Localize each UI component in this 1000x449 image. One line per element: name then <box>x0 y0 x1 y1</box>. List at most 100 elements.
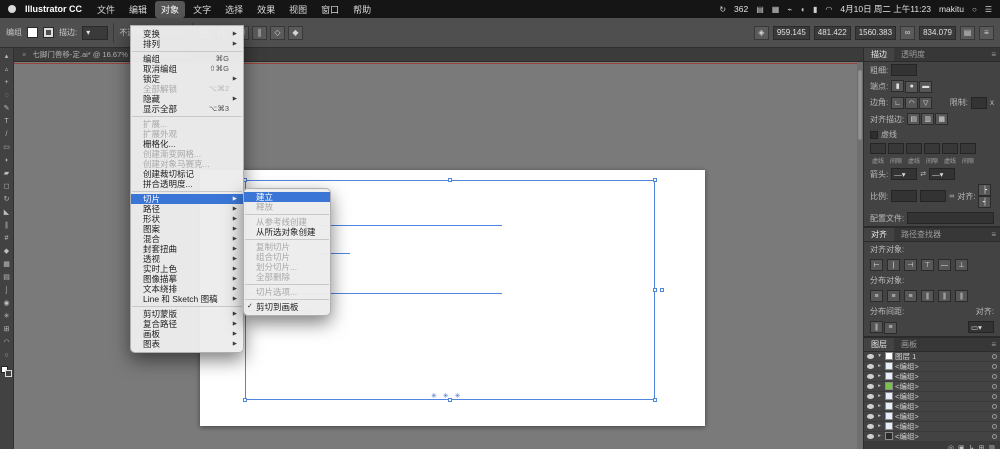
fill-color-swatch[interactable] <box>27 27 38 38</box>
profile-dropdown[interactable] <box>907 212 994 224</box>
panel-menu-icon[interactable]: ≡ <box>987 48 1000 61</box>
visibility-eye-icon[interactable] <box>867 403 874 409</box>
visibility-eye-icon[interactable] <box>867 363 874 369</box>
expand-arrow-icon[interactable]: ▸ <box>876 393 883 399</box>
blend-tool[interactable]: ◉ <box>1 298 13 310</box>
rectangle-tool[interactable]: ▭ <box>1 142 13 154</box>
layer-row[interactable]: ▸ <编组> <box>864 372 1000 382</box>
arrowhead-start-dropdown[interactable]: —▾ <box>891 168 918 180</box>
expand-arrow-icon[interactable]: ▸ <box>876 403 883 409</box>
object-menu-item[interactable]: 显示全部 ⌥⌘3 <box>131 104 243 114</box>
expand-arrow-icon[interactable]: ▸ <box>876 423 883 429</box>
target-circle-icon[interactable] <box>992 433 997 439</box>
layer-name[interactable]: <编组> <box>895 431 919 442</box>
distribute-object-button[interactable]: ∥ <box>955 290 968 302</box>
artwork-marks[interactable]: ✳ ✳ ✳ <box>431 392 463 400</box>
object-menu-item[interactable]: 文本绕排 ▶ <box>131 284 243 294</box>
dash-field[interactable] <box>924 143 940 154</box>
distribute-spacing-button[interactable]: ≡ <box>884 321 897 334</box>
object-menu-item[interactable]: 剪切蒙版 ▶ <box>131 309 243 319</box>
align-object-button[interactable]: ⊤ <box>921 259 934 271</box>
cap-button[interactable]: ▮ <box>891 80 905 92</box>
target-circle-icon[interactable] <box>992 423 997 429</box>
dash-field[interactable] <box>960 143 976 154</box>
zoom-tool[interactable]: ○ <box>1 350 13 362</box>
align-object-button[interactable]: ∣ <box>887 259 900 271</box>
align-object-button[interactable]: ⊣ <box>904 259 917 271</box>
tab-artboards[interactable]: 画板 <box>894 338 924 351</box>
layer-row[interactable]: ▾ 图层 1 <box>864 352 1000 362</box>
sync-icon[interactable]: ↻ <box>719 5 726 14</box>
slice-submenu-item[interactable]: 建立 <box>244 192 330 202</box>
transform-icon[interactable]: ◇ <box>269 25 285 40</box>
visibility-eye-icon[interactable] <box>867 373 874 379</box>
selection-tool[interactable]: ▴ <box>1 51 13 63</box>
width-field[interactable]: 1560.383 <box>854 25 897 40</box>
object-menu-item[interactable]: 透视 ▶ <box>131 254 243 264</box>
menubar-menu[interactable]: 文字 <box>187 1 217 18</box>
stroke-weight-field[interactable] <box>891 64 918 76</box>
stroke-weight-dropdown[interactable]: ▾ <box>82 25 109 40</box>
distribute-icon[interactable]: ∥ <box>251 25 267 40</box>
object-menu-item[interactable]: 创建裁切标记 <box>131 169 243 179</box>
selection-handle[interactable] <box>659 288 664 292</box>
align-to-dropdown[interactable]: ▭▾ <box>968 321 994 334</box>
cap-button[interactable]: ▬ <box>919 80 933 93</box>
layer-row[interactable]: ▸ <编组> <box>864 382 1000 392</box>
notification-center-icon[interactable]: ☰ <box>985 5 992 14</box>
link-scale-icon[interactable]: ∞ <box>949 193 954 200</box>
wifi-icon[interactable]: ◠ <box>825 5 832 14</box>
control-bar-menu-icon[interactable]: ≡ <box>979 25 994 40</box>
scrollbar-thumb[interactable] <box>858 70 862 140</box>
align-object-button[interactable]: — <box>938 259 951 271</box>
object-menu-item[interactable]: 图像描摹 ▶ <box>131 274 243 284</box>
apple-menu-icon[interactable] <box>8 5 16 13</box>
align-object-button[interactable]: ⊥ <box>955 259 968 271</box>
eraser-tool[interactable]: ◻ <box>1 181 13 193</box>
object-menu-item[interactable]: 路径 ▶ <box>131 204 243 214</box>
type-tool[interactable]: T <box>1 116 13 128</box>
layer-row[interactable]: ▸ <编组> <box>864 392 1000 402</box>
eyedropper-tool[interactable]: ⌡ <box>1 285 13 297</box>
menubar-menu[interactable]: 选择 <box>219 1 249 18</box>
menubar-menu[interactable]: 视图 <box>283 1 313 18</box>
scale-tool[interactable]: ◣ <box>1 207 13 219</box>
object-menu-item[interactable]: 锁定 ▶ <box>131 74 243 84</box>
expand-arrow-icon[interactable]: ▸ <box>876 413 883 419</box>
visibility-eye-icon[interactable] <box>867 413 874 419</box>
object-menu-item[interactable]: 拼合透明度... <box>131 179 243 189</box>
target-circle-icon[interactable] <box>992 403 997 409</box>
shape-mode-icon[interactable]: ◆ <box>287 25 303 40</box>
tab-transparency[interactable]: 透明度 <box>894 48 932 61</box>
slice-submenu-item[interactable]: 从所选对象创建 <box>244 227 330 237</box>
distribute-object-button[interactable]: ≡ <box>870 290 883 302</box>
panel-menu-icon[interactable]: ≡ <box>987 338 1000 351</box>
target-circle-icon[interactable] <box>992 363 997 369</box>
shape-builder-tool[interactable]: ◆ <box>1 246 13 258</box>
object-menu-item[interactable]: 取消编组 ⇧⌘G <box>131 64 243 74</box>
new-layer-icon[interactable]: ⊞ <box>979 444 985 449</box>
gradient-tool[interactable]: ▤ <box>1 272 13 284</box>
expand-arrow-icon[interactable]: ▸ <box>876 363 883 369</box>
new-sublayer-icon[interactable]: ↳ <box>969 444 975 449</box>
make-clipping-mask-icon[interactable]: ▣ <box>958 444 965 449</box>
align-object-button[interactable]: ⊢ <box>870 259 883 271</box>
fill-stroke-swatches[interactable] <box>1 366 12 377</box>
object-menu-item[interactable]: 切片 ▶ <box>131 194 243 204</box>
width-tool[interactable]: ∥ <box>1 220 13 232</box>
visibility-eye-icon[interactable] <box>867 383 874 389</box>
layer-row[interactable]: ▸ <编组> <box>864 432 1000 442</box>
cap-button[interactable]: ● <box>905 80 919 93</box>
link-dimensions-icon[interactable]: ∞ <box>900 25 916 40</box>
object-menu-item[interactable]: 编组 ⌘G <box>131 54 243 64</box>
keyboard-icon[interactable]: ▦ <box>772 5 780 14</box>
selection-handle[interactable] <box>243 398 247 402</box>
arrowhead-end-dropdown[interactable]: —▾ <box>929 168 956 180</box>
distribute-object-button[interactable]: ≡ <box>887 290 900 302</box>
expand-arrow-icon[interactable]: ▾ <box>876 353 883 359</box>
expand-arrow-icon[interactable]: ▸ <box>876 433 883 439</box>
menubar-menu[interactable]: 编辑 <box>123 1 153 18</box>
object-menu-item[interactable]: 变换 ▶ <box>131 29 243 39</box>
magic-wand-tool[interactable]: + <box>1 77 13 89</box>
layer-row[interactable]: ▸ <编组> <box>864 422 1000 432</box>
